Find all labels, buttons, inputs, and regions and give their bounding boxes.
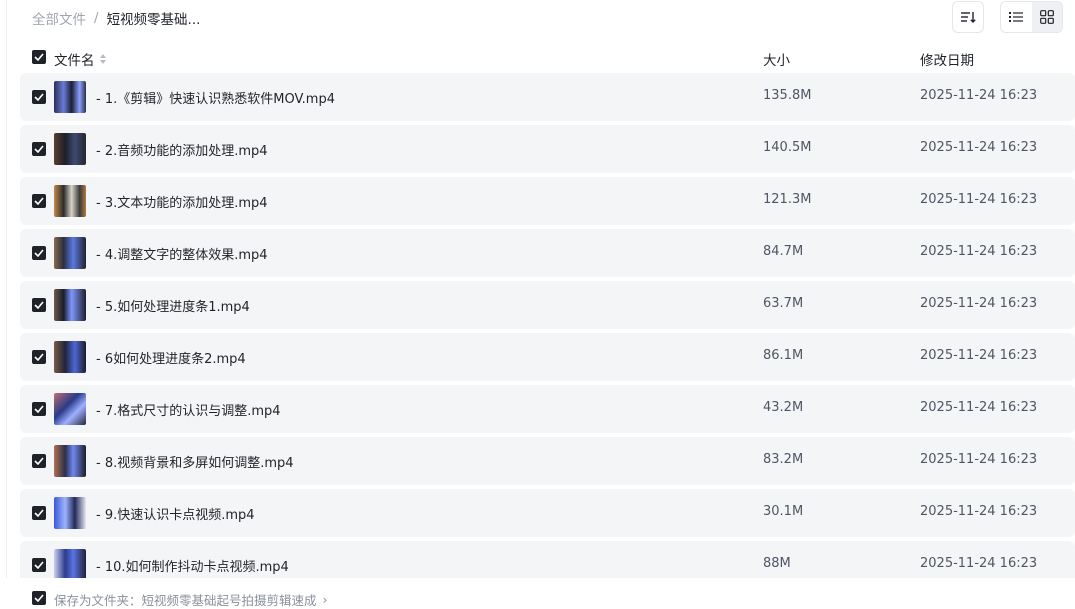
file-size: 83.2M (763, 452, 804, 467)
select-all-checkbox[interactable] (32, 50, 46, 64)
file-date: 2025-11-24 16:23 (920, 556, 1038, 571)
grid-view-icon (1039, 10, 1054, 24)
file-date: 2025-11-24 16:23 (920, 348, 1038, 363)
file-name: - 4.调整文字的整体效果.mp4 (96, 248, 268, 263)
file-date: 2025-11-24 16:23 (920, 504, 1038, 519)
table-header: 文件名 大小 修改日期 (20, 43, 1075, 71)
file-size: 88M (763, 556, 791, 571)
breadcrumb: 全部文件 / 短视频零基础... (32, 8, 200, 28)
video-thumbnail (54, 289, 86, 321)
table-row[interactable]: - 8.视频背景和多屏如何调整.mp4 83.2M 2025-11-24 16:… (20, 437, 1075, 485)
video-thumbnail (54, 341, 86, 373)
file-size: 86.1M (763, 348, 804, 363)
check-icon (34, 301, 44, 309)
check-icon (34, 509, 44, 517)
file-name: - 6如何处理进度条2.mp4 (96, 352, 246, 367)
sort-button[interactable] (952, 1, 984, 33)
file-list: - 1.《剪辑》快速认识熟悉软件MOV.mp4 135.8M 2025-11-2… (20, 73, 1075, 578)
table-row[interactable]: - 4.调整文字的整体效果.mp4 84.7M 2025-11-24 16:23 (20, 229, 1075, 277)
list-view-button[interactable] (1001, 2, 1032, 32)
breadcrumb-separator: / (94, 10, 99, 26)
sort-lines-icon (961, 12, 976, 23)
check-icon (34, 93, 44, 101)
table-row[interactable]: - 7.格式尺寸的认识与调整.mp4 43.2M 2025-11-24 16:2… (20, 385, 1075, 433)
file-name: - 1.《剪辑》快速认识熟悉软件MOV.mp4 (96, 92, 335, 107)
check-icon (34, 145, 44, 153)
breadcrumb-root[interactable]: 全部文件 (32, 8, 86, 28)
table-row[interactable]: - 5.如何处理进度条1.mp4 63.7M 2025-11-24 16:23 (20, 281, 1075, 329)
file-size: 84.7M (763, 244, 804, 259)
video-thumbnail (54, 81, 86, 113)
row-checkbox[interactable] (32, 506, 46, 520)
file-date: 2025-11-24 16:23 (920, 296, 1038, 311)
file-size: 43.2M (763, 400, 804, 415)
file-size: 140.5M (763, 140, 812, 155)
grid-view-button[interactable] (1031, 2, 1062, 32)
file-date: 2025-11-24 16:23 (920, 452, 1038, 467)
row-checkbox[interactable] (32, 454, 46, 468)
check-icon (34, 594, 44, 602)
footer-bar: 保存为文件夹：短视频零基础起号拍摄剪辑速成 › (0, 578, 1075, 609)
row-checkbox[interactable] (32, 402, 46, 416)
column-name-header[interactable]: 文件名 (54, 49, 107, 69)
file-size: 63.7M (763, 296, 804, 311)
list-view-icon (1009, 12, 1024, 22)
table-row[interactable]: - 9.快速认识卡点视频.mp4 30.1M 2025-11-24 16:23 (20, 489, 1075, 537)
chevron-right-icon: › (322, 592, 328, 607)
row-checkbox[interactable] (32, 298, 46, 312)
check-icon (34, 457, 44, 465)
file-name: - 9.快速认识卡点视频.mp4 (96, 508, 255, 523)
table-row[interactable]: - 1.《剪辑》快速认识熟悉软件MOV.mp4 135.8M 2025-11-2… (20, 73, 1075, 121)
video-thumbnail (54, 185, 86, 217)
file-date: 2025-11-24 16:23 (920, 140, 1038, 155)
row-checkbox[interactable] (32, 142, 46, 156)
check-icon (34, 197, 44, 205)
column-name-label: 文件名 (54, 53, 95, 69)
check-icon (34, 561, 44, 569)
table-row[interactable]: - 6如何处理进度条2.mp4 86.1M 2025-11-24 16:23 (20, 333, 1075, 381)
row-checkbox[interactable] (32, 558, 46, 572)
save-path-link[interactable]: 保存为文件夹：短视频零基础起号拍摄剪辑速成 › (54, 590, 328, 609)
file-size: 121.3M (763, 192, 812, 207)
file-date: 2025-11-24 16:23 (920, 88, 1038, 103)
check-icon (34, 353, 44, 361)
table-row[interactable]: - 2.音频功能的添加处理.mp4 140.5M 2025-11-24 16:2… (20, 125, 1075, 173)
row-checkbox[interactable] (32, 90, 46, 104)
video-thumbnail (54, 549, 86, 578)
file-name: - 5.如何处理进度条1.mp4 (96, 300, 250, 315)
video-thumbnail (54, 393, 86, 425)
file-size: 135.8M (763, 88, 812, 103)
file-date: 2025-11-24 16:23 (920, 400, 1038, 415)
video-thumbnail (54, 445, 86, 477)
file-name: - 3.文本功能的添加处理.mp4 (96, 196, 268, 211)
file-name: - 2.音频功能的添加处理.mp4 (96, 144, 268, 159)
video-thumbnail (54, 497, 86, 529)
video-thumbnail (54, 237, 86, 269)
table-row[interactable]: - 10.如何制作抖动卡点视频.mp4 88M 2025-11-24 16:23 (20, 541, 1075, 578)
check-icon (34, 53, 44, 61)
table-row[interactable]: - 3.文本功能的添加处理.mp4 121.3M 2025-11-24 16:2… (20, 177, 1075, 225)
row-checkbox[interactable] (32, 350, 46, 364)
view-toggle (1000, 1, 1063, 33)
save-path-label: 保存为文件夹：短视频零基础起号拍摄剪辑速成 (54, 593, 317, 608)
file-name: - 10.如何制作抖动卡点视频.mp4 (96, 560, 289, 575)
row-checkbox[interactable] (32, 194, 46, 208)
left-border (6, 0, 7, 606)
file-name: - 8.视频背景和多屏如何调整.mp4 (96, 456, 294, 471)
column-size-header[interactable]: 大小 (763, 49, 790, 69)
row-checkbox[interactable] (32, 246, 46, 260)
breadcrumb-current: 短视频零基础... (106, 12, 201, 28)
file-size: 30.1M (763, 504, 804, 519)
file-name: - 7.格式尺寸的认识与调整.mp4 (96, 404, 281, 419)
check-icon (34, 405, 44, 413)
file-date: 2025-11-24 16:23 (920, 244, 1038, 259)
file-date: 2025-11-24 16:23 (920, 192, 1038, 207)
column-date-header[interactable]: 修改日期 (920, 49, 974, 69)
sort-caret-icon (99, 54, 106, 64)
check-icon (34, 249, 44, 257)
save-as-folder-checkbox[interactable] (32, 591, 46, 605)
video-thumbnail (54, 133, 86, 165)
